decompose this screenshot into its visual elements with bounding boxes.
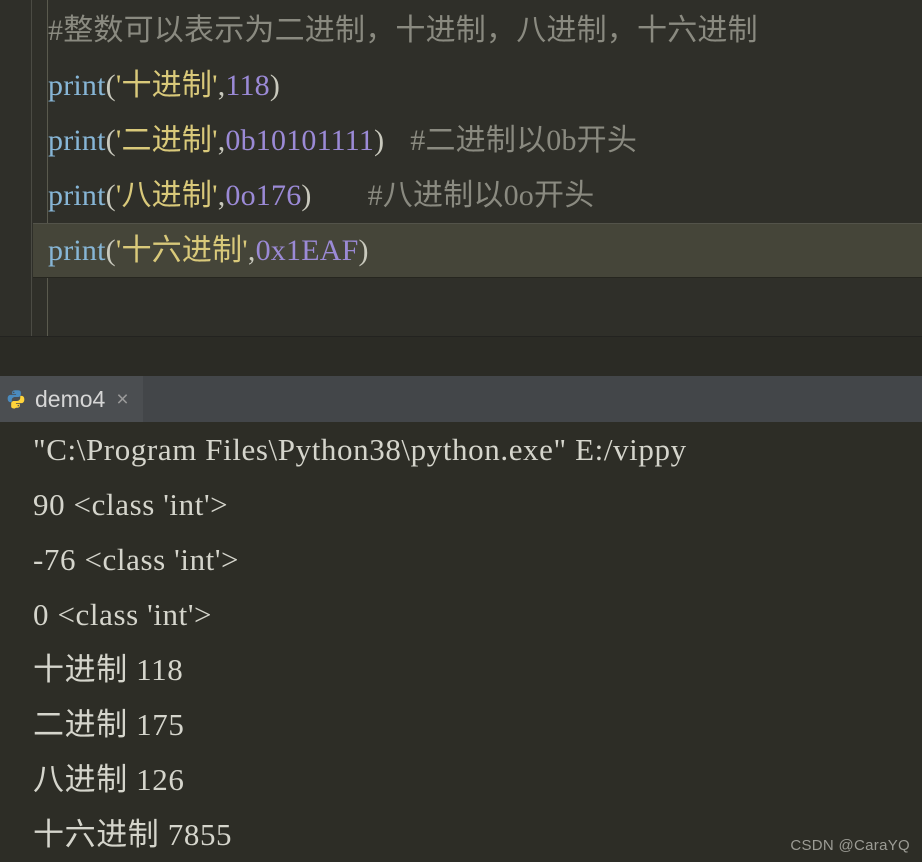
console-line: 二进制 175 <box>33 707 185 742</box>
pane-divider[interactable] <box>0 336 922 376</box>
console-line: 0 <class 'int'> <box>33 597 213 632</box>
console-line: 90 <class 'int'> <box>33 487 229 522</box>
tab-label: demo4 <box>35 385 106 412</box>
close-paren: ) <box>269 69 281 102</box>
open-paren: ( <box>105 69 116 102</box>
code-line-1[interactable]: #整数可以表示为二进制，十进制，八进制，十六进制 <box>33 0 922 58</box>
indent-guide-continuation <box>47 281 48 336</box>
code-line-2[interactable]: print('十进制',118) <box>33 58 922 113</box>
close-paren: ) <box>374 124 385 157</box>
console-line: 十六进制 7855 <box>33 817 233 852</box>
number-literal: 0o176 <box>225 179 302 212</box>
code-editor-pane[interactable]: #整数可以表示为二进制，十进制，八进制，十六进制 print('十进制',118… <box>0 0 922 336</box>
run-tool-window-tabbar[interactable]: demo4 × <box>0 376 922 422</box>
code-comment: #整数可以表示为二进制，十进制，八进制，十六进制 <box>48 14 758 47</box>
python-icon <box>6 389 26 409</box>
open-paren: ( <box>105 234 116 267</box>
string-literal: '十进制' <box>115 69 218 102</box>
inline-comment: #八进制以0o开头 <box>367 179 595 212</box>
console-line: 十进制 118 <box>33 652 184 687</box>
close-icon[interactable]: × <box>114 389 128 410</box>
editor-gutter-continuation <box>0 281 32 336</box>
string-literal: '十六进制' <box>115 234 248 267</box>
inline-comment: #二进制以0b开头 <box>410 124 638 157</box>
string-literal: '八进制' <box>115 179 218 212</box>
number-literal: 0x1EAF <box>255 234 359 267</box>
number-literal: 118 <box>225 69 270 102</box>
code-line-3[interactable]: print('二进制',0b10101111) #二进制以0b开头 <box>33 113 922 168</box>
editor-empty-line[interactable] <box>0 281 922 336</box>
tab-demo4[interactable]: demo4 × <box>0 376 143 422</box>
number-literal: 0b10101111 <box>225 124 375 157</box>
python-print-keyword: print <box>48 69 106 102</box>
close-paren: ) <box>301 179 312 212</box>
python-print-keyword: print <box>48 179 106 212</box>
console-line: 八进制 126 <box>33 762 185 797</box>
python-print-keyword: print <box>48 124 106 157</box>
open-paren: ( <box>105 124 116 157</box>
comma: , <box>247 234 256 267</box>
code-line-5[interactable]: print('十六进制',0x1EAF) <box>33 223 922 278</box>
watermark: CSDN @CaraYQ <box>790 837 910 854</box>
console-line: "C:\Program Files\Python38\python.exe" E… <box>33 432 687 467</box>
console-line: -76 <class 'int'> <box>33 542 240 577</box>
close-paren: ) <box>358 234 369 267</box>
python-print-keyword: print <box>48 234 106 267</box>
string-literal: '二进制' <box>115 124 218 157</box>
code-line-4[interactable]: print('八进制',0o176) #八进制以0o开头 <box>33 168 922 223</box>
open-paren: ( <box>105 179 116 212</box>
run-console-output[interactable]: "C:\Program Files\Python38\python.exe" E… <box>0 422 922 862</box>
pycharm-screenshot: #整数可以表示为二进制，十进制，八进制，十六进制 print('十进制',118… <box>0 0 922 862</box>
